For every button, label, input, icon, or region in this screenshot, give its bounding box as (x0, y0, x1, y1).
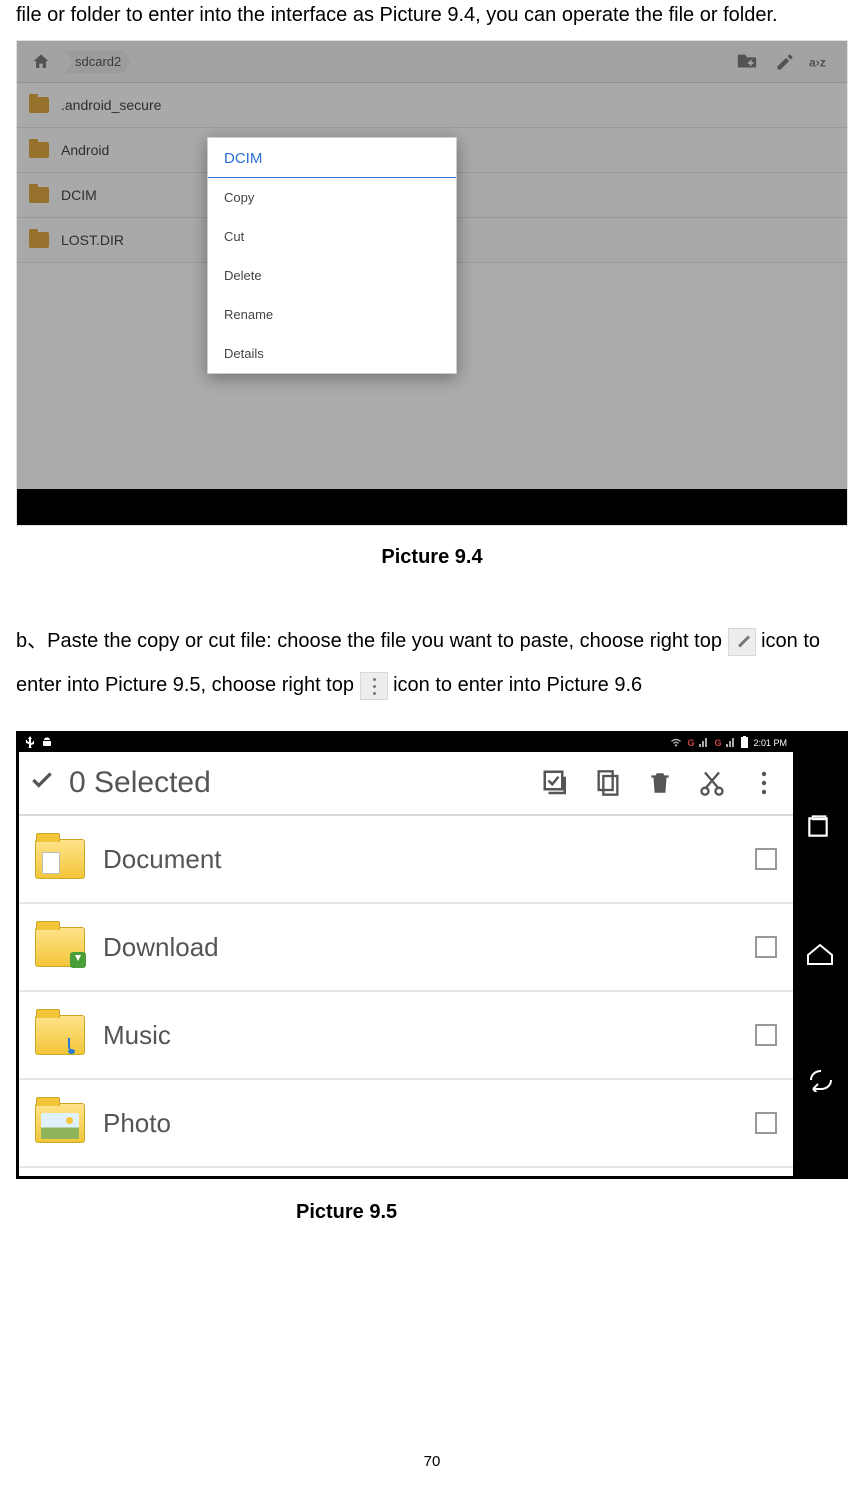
list-item[interactable]: .android_secure (17, 83, 847, 128)
folder-label: Android (61, 142, 109, 158)
wifi-icon (670, 737, 682, 749)
status-bar: G G 2:01 PM (19, 734, 793, 752)
folder-label: Download (103, 932, 219, 963)
selected-count-label: 0 Selected (69, 766, 211, 800)
context-menu-title: DCIM (208, 138, 456, 178)
context-menu-item-cut[interactable]: Cut (208, 217, 456, 256)
list-item[interactable]: Download (19, 904, 793, 992)
usb-icon (25, 736, 35, 750)
selection-checkbox[interactable] (755, 1112, 777, 1134)
caption-picture-9-5: Picture 9.5 (296, 1201, 848, 1224)
folder-icon (29, 232, 49, 248)
file-manager-toolbar: sdcard2 a›z (17, 41, 847, 83)
signal-g-1: G (687, 738, 694, 748)
page-number: 70 (0, 1453, 864, 1470)
system-nav-bar (17, 489, 847, 525)
system-nav-bar (793, 734, 845, 1176)
selection-checkbox[interactable] (755, 936, 777, 958)
sort-az-icon[interactable]: a›z (809, 48, 837, 76)
android-debug-icon (41, 736, 53, 750)
paragraph-b: b、Paste the copy or cut file: choose the… (16, 619, 848, 707)
folder-label: DCIM (61, 187, 97, 203)
screenshot-picture-9-4: sdcard2 a›z .android_secure Android (16, 40, 848, 526)
cut-icon[interactable] (693, 764, 731, 802)
screenshot-picture-9-5: G G 2:01 PM 0 (16, 731, 848, 1179)
folder-photo-icon (35, 1103, 85, 1143)
list-item[interactable]: Document (19, 816, 793, 904)
folder-download-icon (35, 927, 85, 967)
battery-icon (741, 736, 748, 750)
breadcrumb[interactable]: sdcard2 (65, 50, 131, 73)
copy-icon[interactable] (589, 764, 627, 802)
signal-g-2: G (714, 738, 721, 748)
folder-label: Document (103, 844, 222, 875)
intro-text: file or folder to enter into the interfa… (16, 0, 848, 30)
selection-action-bar: 0 Selected (19, 752, 793, 816)
selection-checkbox[interactable] (755, 1024, 777, 1046)
svg-text:a›z: a›z (809, 55, 826, 69)
status-time: 2:01 PM (753, 738, 787, 748)
done-check-icon[interactable] (29, 767, 55, 800)
folder-label: Photo (103, 1108, 171, 1139)
overflow-menu-icon (360, 672, 388, 700)
list-item[interactable]: Photo (19, 1080, 793, 1168)
text-fragment: b、Paste the copy or cut file: choose the… (16, 630, 728, 652)
context-menu-item-copy[interactable]: Copy (208, 178, 456, 217)
caption-picture-9-4: Picture 9.4 (16, 546, 848, 569)
folder-label: LOST.DIR (61, 232, 124, 248)
signal-icon-2 (726, 737, 736, 749)
recent-apps-icon[interactable] (805, 814, 833, 842)
overflow-menu-icon[interactable] (745, 764, 783, 802)
select-all-icon[interactable] (537, 764, 575, 802)
selection-checkbox[interactable] (755, 848, 777, 870)
back-nav-icon[interactable] (805, 1068, 833, 1096)
folder-icon (29, 142, 49, 158)
pencil-icon (728, 628, 756, 656)
folder-icon (29, 187, 49, 203)
new-folder-icon[interactable] (733, 48, 761, 76)
folder-label: .android_secure (61, 97, 161, 113)
context-menu-item-delete[interactable]: Delete (208, 256, 456, 295)
home-icon[interactable] (27, 48, 55, 76)
context-menu-item-details[interactable]: Details (208, 334, 456, 373)
home-nav-icon[interactable] (805, 941, 833, 969)
folder-label: Music (103, 1020, 171, 1051)
edit-icon[interactable] (771, 48, 799, 76)
signal-icon-1 (699, 737, 709, 749)
context-menu-item-rename[interactable]: Rename (208, 295, 456, 334)
folder-icon (29, 97, 49, 113)
folder-music-icon (35, 1015, 85, 1055)
delete-icon[interactable] (641, 764, 679, 802)
text-fragment: icon to enter into Picture 9.6 (393, 674, 642, 696)
list-item[interactable]: Music (19, 992, 793, 1080)
context-menu: DCIM Copy Cut Delete Rename Details (207, 137, 457, 374)
folder-document-icon (35, 839, 85, 879)
folder-list: Document Download Music Photo (19, 816, 793, 1176)
